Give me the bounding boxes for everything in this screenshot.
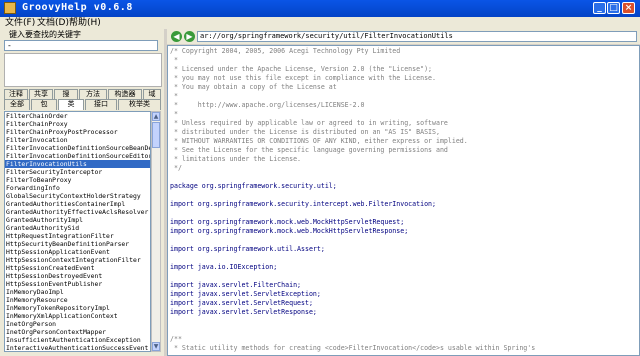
class-list-item[interactable]: GrantedAuthorityImpl	[5, 216, 150, 224]
code-comment-line: * Licensed under the Apache License, Ver…	[170, 65, 433, 73]
left-panel: 键入要查找的关键字 - 注释 共享 搜 方法 构造器 域 全部 包 类 接口 枚…	[0, 29, 164, 356]
search-label: 键入要查找的关键字	[9, 30, 81, 39]
code-line: import javax.servlet.ServletRequest;	[170, 299, 313, 307]
menu-help[interactable]: 帮助(H)	[69, 17, 101, 29]
tab-enum[interactable]: 枚举类	[118, 99, 161, 110]
code-comment-line: * distributed under the License is distr…	[170, 128, 440, 136]
tab-field[interactable]: 域	[143, 89, 161, 99]
class-list-item[interactable]: GrantedAuthoritiesContainerImpl	[5, 200, 150, 208]
code-comment-line: /* Copyright 2004, 2005, 2006 Acegi Tech…	[170, 47, 401, 55]
class-list-item[interactable]: HttpSessionEventPublisher	[5, 280, 150, 288]
code-line: import java.io.IOException;	[170, 263, 278, 271]
tab-row-bottom: 全部 包 类 接口 枚举类	[4, 99, 162, 110]
code-line: import javax.servlet.FilterChain;	[170, 281, 302, 289]
scroll-up-arrow[interactable]: ▲	[152, 112, 160, 121]
class-list-item[interactable]: InsufficientAuthenticationException	[5, 336, 150, 344]
class-list-item[interactable]: FilterToBeanProxy	[5, 176, 150, 184]
code-comment-line: * WITHOUT WARRANTIES OR CONDITIONS OF AN…	[170, 137, 468, 145]
class-list-item[interactable]: InMemoryXmlApplicationContext	[5, 312, 150, 320]
tab-search[interactable]: 搜	[54, 89, 78, 99]
tab-row-top: 注释 共享 搜 方法 构造器 域	[4, 89, 162, 99]
code-comment-line: * You may obtain a copy of the License a…	[170, 83, 337, 91]
tab-annotation[interactable]: 注释	[4, 89, 28, 99]
class-list: FilterChainOrder FilterChainProxy FilterCh…	[4, 111, 151, 352]
search-input[interactable]: -	[4, 40, 158, 51]
source-viewer[interactable]: /* Copyright 2004, 2005, 2006 Acegi Tech…	[167, 45, 640, 356]
class-list-scrollbar[interactable]: ▲ ▼	[151, 111, 161, 352]
class-list-item[interactable]: InMemoryDaoImpl	[5, 288, 150, 296]
tab-package[interactable]: 包	[31, 99, 57, 110]
class-list-item[interactable]: HttpSecurityBeanDefinitionParser	[5, 240, 150, 248]
address-toolbar: ◀ ▶ ar://org/springframework/security/ut…	[167, 29, 640, 44]
close-button[interactable]: ×	[622, 2, 635, 14]
code-comment-line: * http://www.apache.org/licenses/LICENSE…	[170, 101, 365, 109]
class-list-item[interactable]: InMemoryTokenRepositoryImpl	[5, 304, 150, 312]
class-list-item[interactable]: GrantedAuthoritySid	[5, 224, 150, 232]
class-list-item[interactable]: InetOrgPerson	[5, 320, 150, 328]
code-line: import org.springframework.security.inte…	[170, 200, 436, 208]
maximize-button[interactable]: □	[607, 2, 620, 14]
class-list-item[interactable]: InetOrgPersonContextMapper	[5, 328, 150, 336]
code-comment-line: * Static utility methods for creating <c…	[170, 344, 536, 352]
code-line: import org.springframework.util.Assert;	[170, 245, 325, 253]
scroll-down-arrow[interactable]: ▼	[152, 342, 160, 351]
class-list-item[interactable]: HttpSessionContextIntegrationFilter	[5, 256, 150, 264]
class-list-item[interactable]: HttpSessionApplicationEvent	[5, 248, 150, 256]
menu-document[interactable]: 文档(D)	[37, 17, 69, 29]
class-list-item[interactable]: FilterChainOrder	[5, 112, 150, 120]
class-list-item[interactable]: HttpSessionCreatedEvent	[5, 264, 150, 272]
back-arrow-icon[interactable]: ◀	[171, 31, 182, 42]
class-list-item[interactable]: FilterSecurityInterceptor	[5, 168, 150, 176]
class-list-item[interactable]: HttpRequestIntegrationFilter	[5, 232, 150, 240]
code-comment-line: *	[170, 56, 178, 64]
code-line: import javax.servlet.ServletResponse;	[170, 308, 317, 316]
class-list-item[interactable]: FilterInvocationUtils	[5, 160, 150, 169]
title-bar: GroovyHelp v0.6.8 _ □ ×	[0, 0, 640, 17]
minimize-button[interactable]: _	[593, 2, 606, 14]
code-line: import org.springframework.mock.web.Mock…	[170, 218, 405, 226]
class-list-item[interactable]: FilterChainProxyPostProcessor	[5, 128, 150, 136]
scroll-thumb[interactable]	[152, 122, 160, 148]
code-comment-line: */	[170, 164, 182, 172]
tab-shared[interactable]: 共享	[29, 89, 53, 99]
address-field[interactable]: ar://org/springframework/security/util/F…	[197, 31, 637, 42]
window-title: GroovyHelp v0.6.8	[22, 2, 133, 13]
code-comment-line: /**	[170, 335, 182, 343]
tab-class[interactable]: 类	[58, 99, 84, 110]
code-comment-line: *	[170, 110, 178, 118]
class-list-item[interactable]: FilterInvocationDefinitionSourceBeanDefi…	[5, 144, 150, 152]
menu-file[interactable]: 文件(F)	[5, 17, 35, 29]
code-comment-line: * you may not use this file except in co…	[170, 74, 436, 82]
class-list-item[interactable]: HttpSessionDestroyedEvent	[5, 272, 150, 280]
code-comment-line: * limitations under the License.	[170, 155, 302, 163]
tab-all[interactable]: 全部	[4, 99, 30, 110]
tab-interface[interactable]: 接口	[85, 99, 117, 110]
code-comment-line: * See the License for the specific langu…	[170, 146, 448, 154]
tab-constructor[interactable]: 构造器	[108, 89, 142, 99]
code-line: package org.springframework.security.uti…	[170, 182, 337, 190]
app-icon	[4, 2, 16, 14]
class-list-item[interactable]: FilterInvocation	[5, 136, 150, 144]
code-comment-line: *	[170, 92, 178, 100]
class-list-item[interactable]: ForwardingInfo	[5, 184, 150, 192]
class-list-item[interactable]: InteractiveAuthenticationSuccessEvent	[5, 344, 150, 351]
class-list-item[interactable]: GlobalSecurityContextHolderStrategy	[5, 192, 150, 200]
code-line: import org.springframework.mock.web.Mock…	[170, 227, 409, 235]
code-line: import javax.servlet.ServletException;	[170, 290, 321, 298]
class-list-item[interactable]: FilterInvocationDefinitionSourceEditor	[5, 152, 150, 160]
code-comment-line: * Unless required by applicable law or a…	[170, 119, 448, 127]
class-list-item[interactable]: InMemoryResource	[5, 296, 150, 304]
forward-arrow-icon[interactable]: ▶	[184, 31, 195, 42]
menu-bar: 文件(F) 文档(D) 帮助(H)	[0, 17, 640, 29]
package-tree[interactable]	[4, 53, 162, 87]
tab-method[interactable]: 方法	[79, 89, 107, 99]
class-list-item[interactable]: FilterChainProxy	[5, 120, 150, 128]
class-list-item[interactable]: GrantedAuthorityEffectiveAclsResolver	[5, 208, 150, 216]
